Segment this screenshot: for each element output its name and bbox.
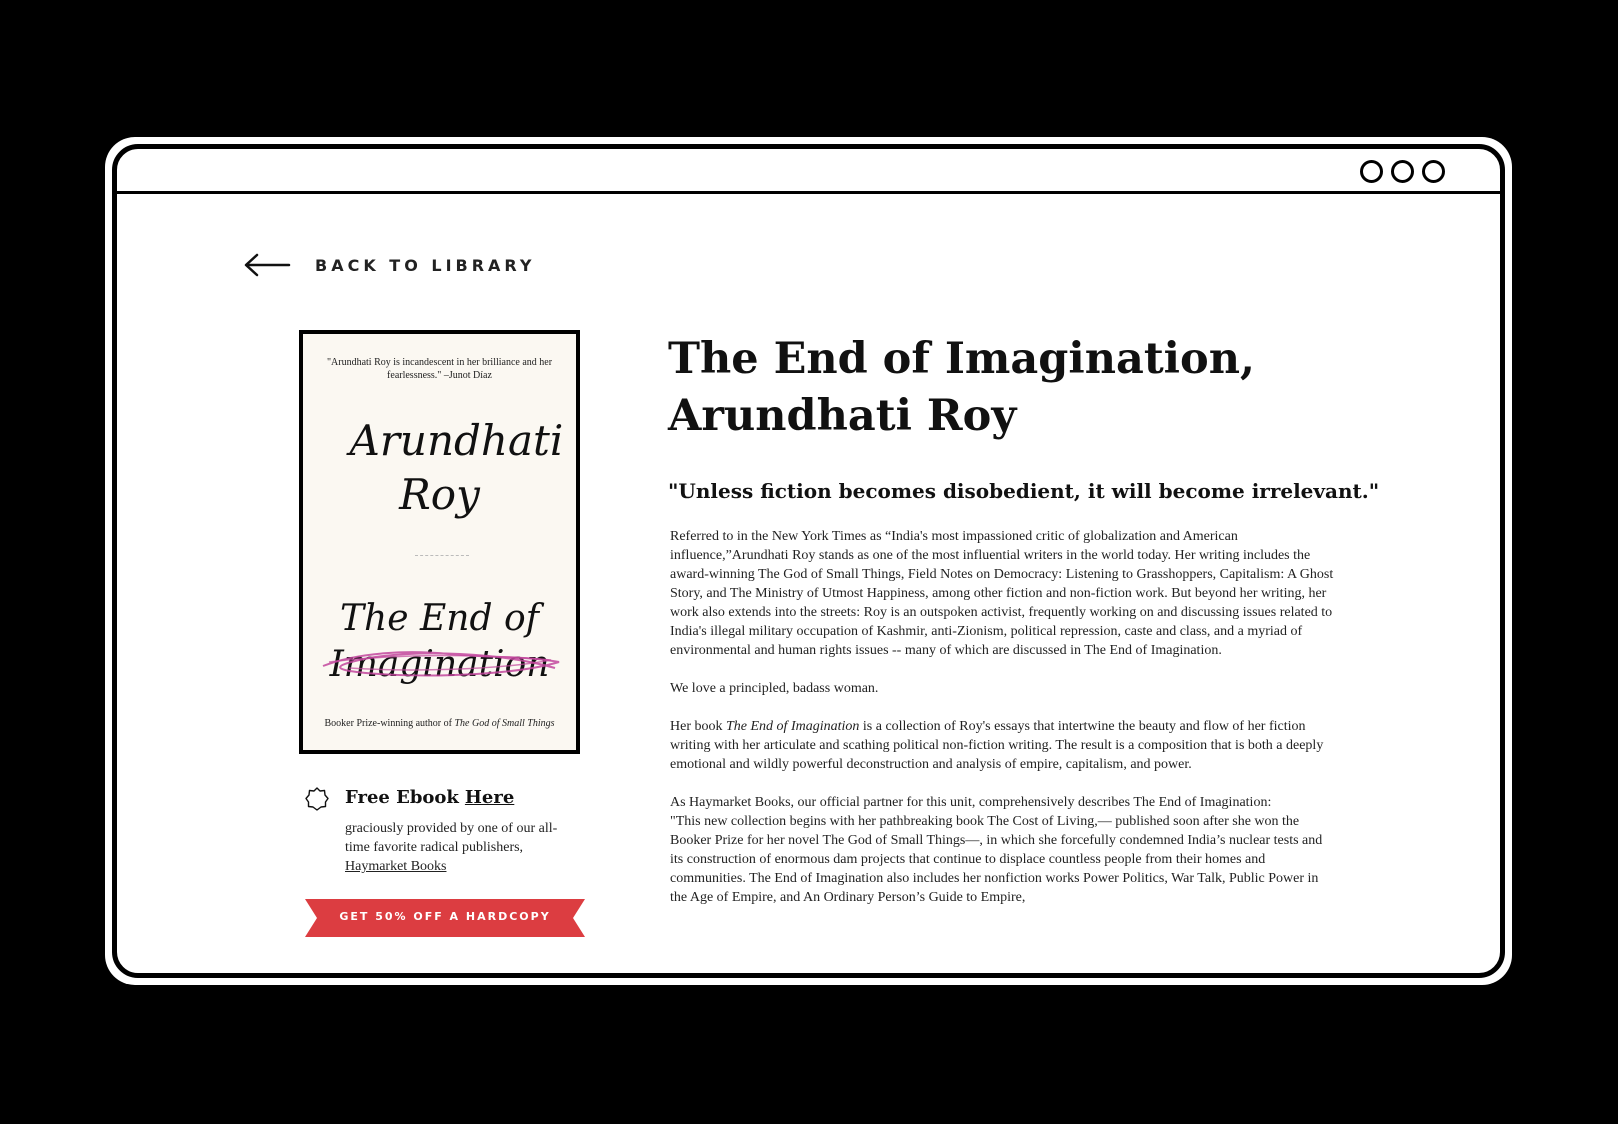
cover-title-line1: The End of [340,598,539,639]
free-ebook-here-link[interactable]: Here [465,787,514,808]
cover-footer: Booker Prize-winning author of The God o… [303,718,576,729]
browser-frame: BACK TO LIBRARY "Arundhati Roy is incand… [112,144,1505,978]
description-paragraph: Referred to in the New York Times as “In… [670,529,1334,658]
description-paragraph: As Haymarket Books, our official partner… [670,795,1272,810]
free-ebook-title: Free Ebook Here [345,787,514,808]
window-control-button[interactable] [1422,160,1445,183]
publisher-link[interactable]: Haymarket Books [345,859,446,874]
free-ebook-note-text: graciously provided by one of our all-ti… [345,821,558,855]
get-hardcopy-button[interactable]: GET 50% OFF A HARDCOPY [305,899,585,937]
cover-blurb: "Arundhati Roy is incandescent in her br… [326,357,553,381]
para-prefix: Her book [670,719,726,734]
cover-footer-prefix: Booker Prize-winning author of [324,718,455,729]
back-to-library-link[interactable]: BACK TO LIBRARY [243,250,535,280]
back-to-library-label: BACK TO LIBRARY [315,255,536,275]
badge-icon [305,787,329,811]
cover-divider [415,555,469,556]
book-description: Referred to in the New York Times as “In… [670,527,1336,926]
cover-footer-book: The God of Small Things [454,718,555,729]
window-titlebar [117,149,1500,194]
window-control-button[interactable] [1391,160,1414,183]
book-title-line1: The End of Imagination, [668,334,1255,384]
para-book-title: The End of Imagination [726,719,860,734]
description-paragraph: Her book The End of Imagination is a col… [670,717,1336,774]
get-hardcopy-label: GET 50% OFF A HARDCOPY [339,910,551,923]
book-title-line2: Arundhati Roy [668,391,1017,441]
window-control-button[interactable] [1360,160,1383,183]
book-quote: "Unless fiction becomes disobedient, it … [668,479,1380,503]
free-ebook-note: graciously provided by one of our all-ti… [345,819,575,876]
free-ebook-label: Free Ebook [345,787,459,808]
book-title: The End of Imagination, Arundhati Roy [668,331,1308,445]
browser-window: BACK TO LIBRARY "Arundhati Roy is incand… [105,137,1512,985]
description-paragraph: We love a principled, badass woman. [670,681,879,696]
cover-author-text: Arundhati Roy [349,416,564,519]
scribble-strikethrough [322,651,560,677]
arrow-left-icon [244,253,291,277]
book-cover: "Arundhati Roy is incandescent in her br… [299,330,580,754]
description-paragraph: "This new collection begins with her pat… [670,814,1323,905]
cover-author: Arundhati Roy [303,414,576,522]
